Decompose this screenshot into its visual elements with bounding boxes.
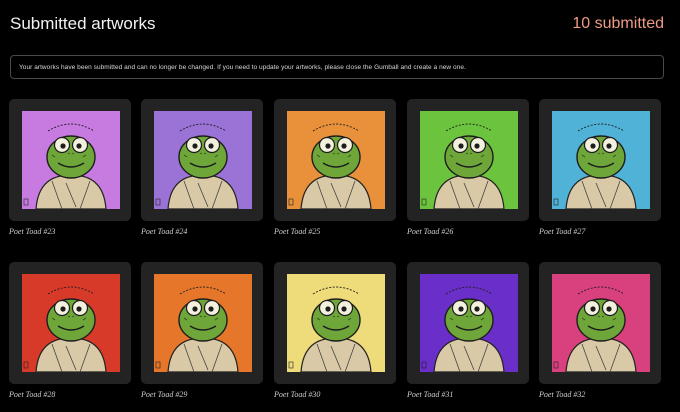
submitted-count: 10 submitted [572,15,664,32]
artwork-frame [274,262,396,384]
artwork-image [552,274,650,372]
toad-illustration [22,111,120,209]
artwork-image [287,274,385,372]
artwork-name: Poet Toad #24 [141,227,188,236]
artwork-frame [539,99,661,221]
artwork-image [154,111,252,209]
toad-illustration [287,274,385,372]
artwork-card[interactable]: Poet Toad #24 [141,99,263,236]
artwork-frame [274,99,396,221]
artwork-card[interactable]: Poet Toad #29 [141,262,263,399]
artwork-card[interactable]: Poet Toad #27 [539,99,661,236]
toad-illustration [154,274,252,372]
artwork-frame [407,262,529,384]
artwork-card[interactable]: Poet Toad #23 [9,99,131,236]
toad-illustration [420,274,518,372]
artwork-name: Poet Toad #26 [407,227,454,236]
toad-illustration [154,111,252,209]
artwork-image [22,274,120,372]
artwork-card[interactable]: Poet Toad #26 [407,99,529,236]
artwork-frame [141,99,263,221]
page-title: Submitted artworks [10,14,156,33]
artwork-name: Poet Toad #25 [274,227,321,236]
toad-illustration [552,111,650,209]
artwork-image [154,274,252,372]
artwork-name: Poet Toad #30 [274,390,321,399]
artwork-card[interactable]: Poet Toad #31 [407,262,529,399]
artwork-frame [407,99,529,221]
artwork-card[interactable]: Poet Toad #32 [539,262,661,399]
artwork-card[interactable]: Poet Toad #30 [274,262,396,399]
artwork-frame [539,262,661,384]
toad-illustration [22,274,120,372]
page-header: Submitted artworks 10 submitted [10,10,664,38]
artwork-card[interactable]: Poet Toad #28 [9,262,131,399]
artwork-card[interactable]: Poet Toad #25 [274,99,396,236]
toad-illustration [420,111,518,209]
artwork-image [287,111,385,209]
submission-notice: Your artworks have been submitted and ca… [10,55,664,79]
notice-text: Your artworks have been submitted and ca… [19,63,466,71]
artwork-name: Poet Toad #27 [539,227,586,236]
artwork-name: Poet Toad #23 [9,227,56,236]
toad-illustration [552,274,650,372]
artwork-image [22,111,120,209]
toad-illustration [287,111,385,209]
artwork-name: Poet Toad #28 [9,390,56,399]
artwork-image [552,111,650,209]
artwork-image [420,274,518,372]
artwork-name: Poet Toad #32 [539,390,586,399]
artwork-frame [141,262,263,384]
artwork-frame [9,99,131,221]
artwork-name: Poet Toad #29 [141,390,188,399]
artwork-image [420,111,518,209]
artwork-frame [9,262,131,384]
artwork-grid: Poet Toad #23 Poet Toad #24 Poet Toad #25 P… [9,99,671,404]
artwork-name: Poet Toad #31 [407,390,454,399]
